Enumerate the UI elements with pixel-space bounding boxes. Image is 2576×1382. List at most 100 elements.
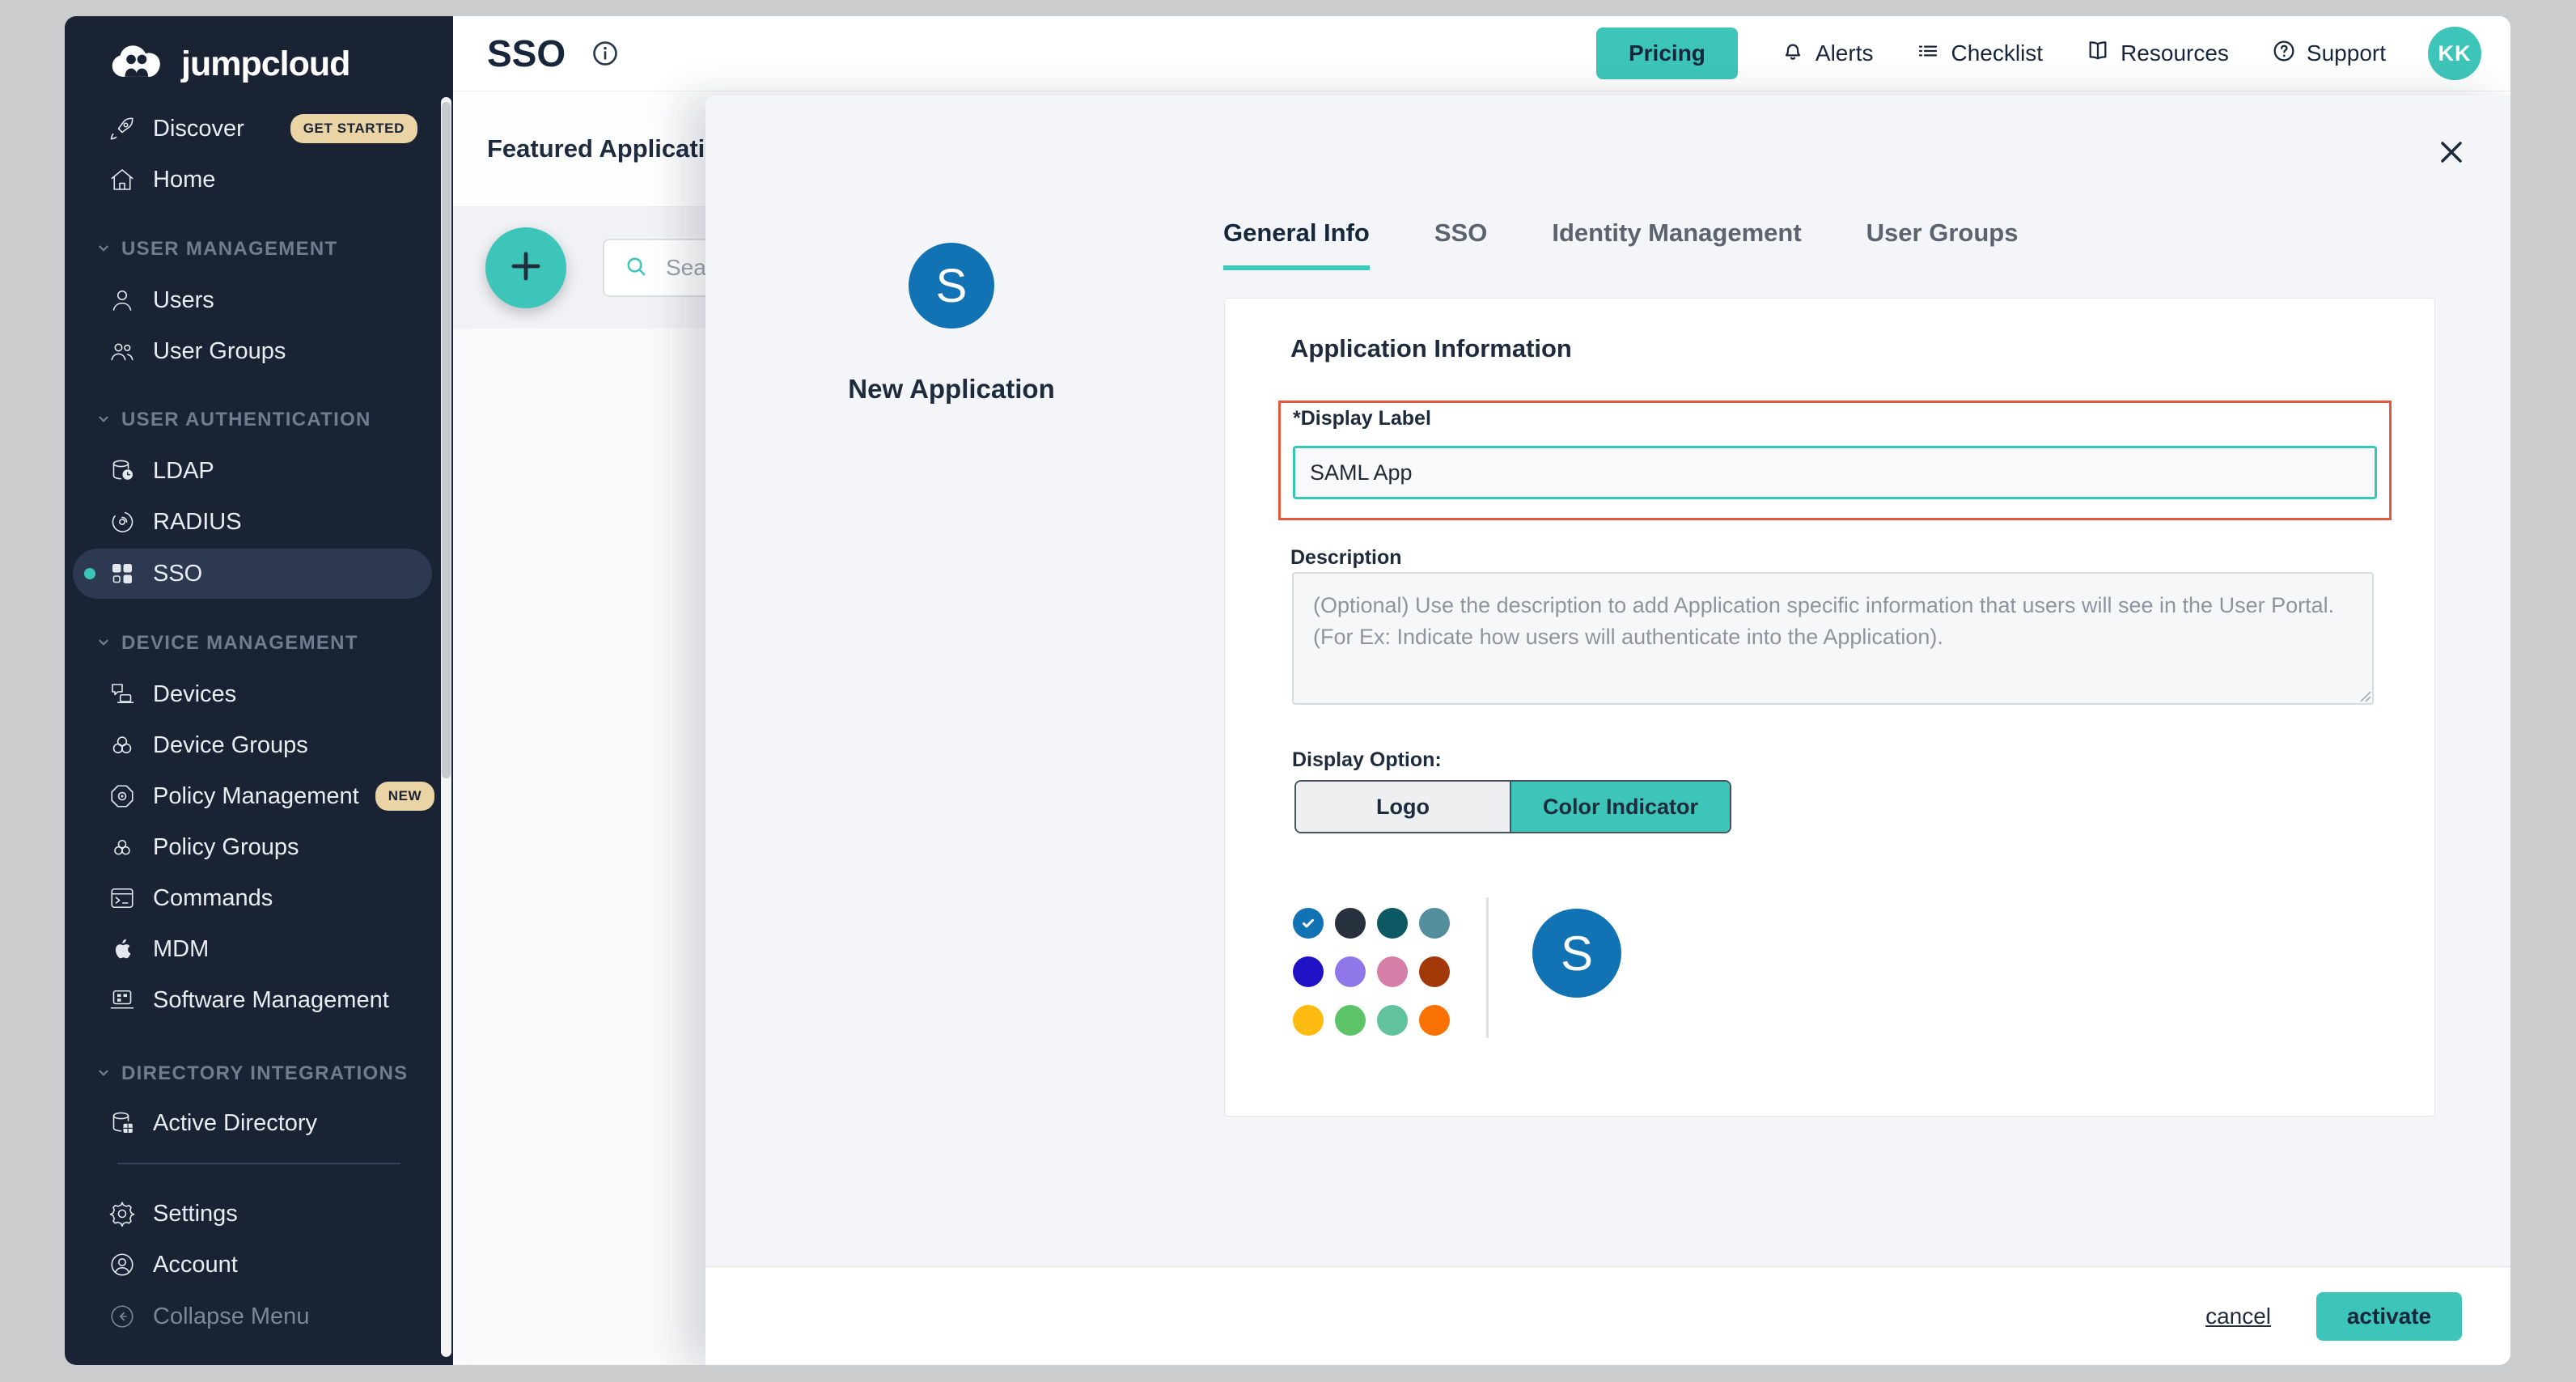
devices-icon	[108, 680, 137, 709]
close-icon[interactable]	[2432, 133, 2471, 172]
color-swatch[interactable]	[1335, 1005, 1366, 1036]
app-window: jumpcloud Discover GET STARTED Home USER…	[65, 16, 2510, 1365]
color-swatch[interactable]	[1335, 956, 1366, 987]
cancel-button[interactable]: cancel	[2205, 1304, 2271, 1329]
sidebar-item-software-management[interactable]: Software Management	[65, 975, 453, 1025]
display-label-label: *Display Label	[1293, 407, 1431, 430]
display-option-toggle: Logo Color Indicator	[1294, 780, 1731, 833]
tab-sso[interactable]: SSO	[1434, 218, 1487, 270]
color-swatch[interactable]	[1419, 956, 1450, 987]
resources-button[interactable]: Resources	[2085, 38, 2229, 70]
application-name: New Application	[848, 374, 1054, 405]
sso-grid-icon	[108, 559, 137, 588]
chevron-down-icon	[97, 1062, 110, 1085]
description-label: Description	[1290, 546, 1402, 570]
section-device-management[interactable]: DEVICE MANAGEMENT	[65, 618, 453, 668]
sidebar-item-commands[interactable]: Commands	[65, 873, 453, 923]
display-label-input[interactable]	[1293, 446, 2377, 499]
sidebar-item-ldap[interactable]: LDAP	[65, 446, 453, 496]
section-user-authentication[interactable]: USER AUTHENTICATION	[65, 395, 453, 445]
tab-user-groups[interactable]: User Groups	[1866, 218, 2019, 270]
sidebar-item-radius[interactable]: RADIUS	[65, 497, 453, 547]
active-indicator-dot	[84, 568, 95, 579]
active-directory-icon	[108, 1109, 137, 1138]
sidebar-item-policy-groups[interactable]: Policy Groups	[65, 822, 453, 872]
color-swatch[interactable]	[1293, 1005, 1324, 1036]
sidebar-item-devices[interactable]: Devices	[65, 669, 453, 719]
software-management-icon	[108, 986, 137, 1015]
radius-icon	[108, 507, 137, 536]
search-icon	[622, 252, 650, 284]
color-indicator-option[interactable]: Color Indicator	[1510, 782, 1730, 832]
resize-grip-icon[interactable]	[2356, 687, 2372, 707]
logo-wordmark: jumpcloud	[181, 45, 350, 84]
sidebar-item-users[interactable]: Users	[65, 275, 453, 325]
plus-icon	[505, 245, 547, 291]
sidebar-item-user-groups[interactable]: User Groups	[65, 326, 453, 376]
sidebar-item-device-groups[interactable]: Device Groups	[65, 720, 453, 770]
palette-divider	[1486, 897, 1489, 1038]
ldap-database-icon	[108, 456, 137, 485]
collapse-icon	[108, 1302, 137, 1331]
bell-icon	[1780, 38, 1806, 70]
color-swatch[interactable]	[1419, 1005, 1450, 1036]
new-badge: NEW	[375, 782, 434, 811]
cloud-logo-icon	[104, 39, 173, 90]
apple-icon	[108, 935, 137, 964]
activate-button[interactable]: activate	[2316, 1292, 2462, 1341]
gear-icon	[108, 1199, 137, 1228]
color-swatch[interactable]	[1419, 908, 1450, 939]
pricing-button[interactable]: Pricing	[1596, 28, 1738, 79]
sidebar-item-active-directory[interactable]: Active Directory	[65, 1098, 453, 1148]
color-swatch[interactable]	[1293, 908, 1324, 939]
tab-identity-management[interactable]: Identity Management	[1552, 218, 1801, 270]
policy-groups-icon	[108, 833, 137, 862]
scrollbar-thumb[interactable]	[442, 102, 451, 778]
chevron-down-icon	[97, 632, 110, 655]
device-groups-icon	[108, 731, 137, 760]
page-title: SSO	[487, 32, 566, 75]
color-swatch[interactable]	[1293, 956, 1324, 987]
add-application-button[interactable]	[485, 227, 566, 308]
drawer-footer: cancel activate	[705, 1266, 2510, 1365]
jumpcloud-logo[interactable]: jumpcloud	[104, 39, 350, 90]
info-icon[interactable]	[588, 36, 622, 70]
color-swatch[interactable]	[1377, 908, 1408, 939]
sidebar-item-home[interactable]: Home	[65, 155, 453, 205]
sidebar-item-mdm[interactable]: MDM	[65, 924, 453, 974]
alerts-button[interactable]: Alerts	[1780, 38, 1874, 70]
commands-icon	[108, 884, 137, 913]
section-directory-integrations[interactable]: DIRECTORY INTEGRATIONS	[65, 1049, 453, 1099]
new-application-drawer: S New Application General Info SSO Ident…	[705, 95, 2510, 1365]
user-group-icon	[108, 337, 137, 366]
sidebar-item-collapse-menu[interactable]: Collapse Menu	[65, 1291, 453, 1342]
sidebar-item-account[interactable]: Account	[65, 1240, 453, 1290]
sidebar-item-discover[interactable]: Discover GET STARTED	[65, 104, 453, 154]
section-user-management[interactable]: USER MANAGEMENT	[65, 224, 453, 274]
checklist-button[interactable]: Checklist	[1915, 38, 2043, 70]
sidebar-divider	[117, 1163, 400, 1164]
application-information-card: Application Information *Display Label D…	[1224, 298, 2435, 1117]
description-textarea[interactable]	[1292, 572, 2374, 705]
tab-general-info[interactable]: General Info	[1223, 218, 1370, 270]
header-actions: Pricing Alerts Checklist Resources Suppo…	[1596, 27, 2481, 80]
policy-management-icon	[108, 782, 137, 811]
sidebar-item-sso[interactable]: SSO	[73, 549, 432, 599]
account-icon	[108, 1250, 137, 1279]
sidebar-scrollbar[interactable]	[441, 97, 451, 1357]
sidebar-item-settings[interactable]: Settings	[65, 1189, 453, 1239]
get-started-badge: GET STARTED	[290, 114, 417, 143]
top-header: SSO Pricing Alerts Checklist Resources S…	[453, 16, 2510, 91]
drawer-tabs: General Info SSO Identity Management Use…	[1223, 218, 2018, 270]
logo-option[interactable]: Logo	[1296, 782, 1510, 832]
support-button[interactable]: Support	[2271, 38, 2386, 70]
rocket-icon	[108, 114, 137, 143]
color-swatch[interactable]	[1377, 956, 1408, 987]
color-swatch[interactable]	[1335, 908, 1366, 939]
chevron-down-icon	[97, 238, 110, 261]
user-avatar[interactable]: KK	[2428, 27, 2481, 80]
sidebar-item-policy-management[interactable]: Policy Management NEW	[65, 771, 453, 821]
color-swatch[interactable]	[1377, 1005, 1408, 1036]
question-icon	[2271, 38, 2297, 70]
check-icon	[1299, 914, 1317, 932]
